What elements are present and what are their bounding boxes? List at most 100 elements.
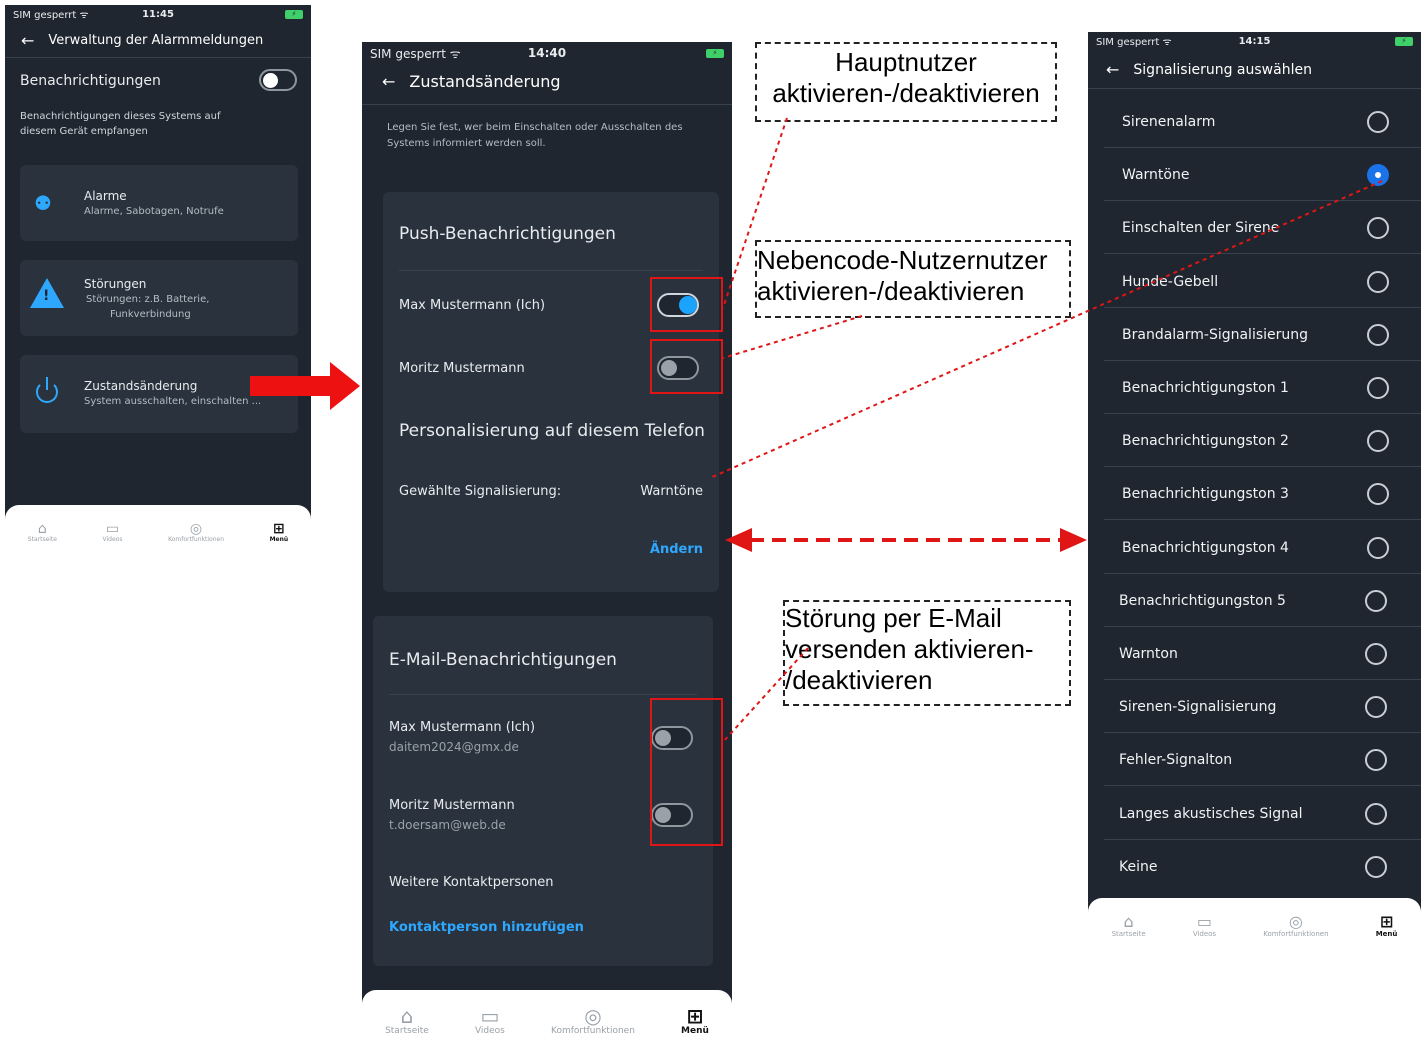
add-contact-link[interactable]: Kontaktperson hinzufügen [389,920,584,935]
page-title: Zustandsänderung [409,72,561,91]
tab-home-label: Startseite [1111,930,1146,938]
alarms-title: Alarme [84,189,127,203]
divider [1104,147,1421,148]
tab-comfort[interactable]: ◎ Komfortfunktionen [168,522,224,543]
status-bar: SIM gesperrt ᯤ 11:45 ⚡ [5,5,311,23]
intro-text: Legen Sie fest, wer beim Einschalten ode… [387,120,683,152]
signal-option-label[interactable]: Benachrichtigungston 5 [1119,593,1286,609]
tab-comfort[interactable]: ◎ Komfortfunktionen [1263,914,1329,939]
signal-option-label[interactable]: Warnton [1119,646,1178,662]
divider [1104,679,1421,680]
home-icon: ⌂ [400,1004,414,1028]
tab-videos[interactable]: ▭ Videos [1193,914,1216,939]
change-link[interactable]: Ändern [650,542,703,557]
signal-option-label[interactable]: Sirenenalarm [1122,114,1215,130]
email-user-2-label: Moritz Mustermann [389,798,515,813]
tab-comfort[interactable]: ◎ Komfortfunktionen [551,1006,635,1036]
tab-videos[interactable]: ▭ Videos [103,522,123,543]
personalization-header: Personalisierung auf diesem Telefon [399,421,705,441]
signal-option-label[interactable]: Benachrichtigungston 2 [1122,433,1289,449]
back-arrow-icon[interactable]: ← [382,72,395,91]
battery-icon: ⚡ [1395,36,1413,46]
signal-option-label[interactable]: Hunde-Gebell [1122,274,1218,290]
radio-button[interactable] [1365,696,1387,719]
callout-email-line2: versenden aktivieren- [785,634,1034,664]
bell-icon: ◎ [189,521,203,537]
page-title: Signalisierung auswählen [1133,61,1312,78]
carrier-label: SIM gesperrt ᯤ [13,10,89,21]
radio-selected[interactable] [1367,164,1389,187]
intro-line1: Legen Sie fest, wer beim Einschalten ode… [387,122,683,133]
radio-button[interactable] [1365,749,1387,772]
signal-option-label[interactable]: Brandalarm-Signalisierung [1122,327,1308,343]
notifications-desc: Benachrichtigungen dieses Systems auf di… [20,109,220,139]
bell-icon: ◎ [584,1004,602,1028]
tab-videos[interactable]: ▭ Videos [475,1006,505,1036]
tab-videos-label: Videos [102,536,123,543]
nav-bar: ← Signalisierung auswählen [1106,60,1312,79]
tab-menu[interactable]: ⊞ Menü [270,522,289,543]
tab-menu[interactable]: ⊞ Menü [1375,914,1398,939]
divider [399,270,703,271]
divider [1104,572,1421,574]
signal-option-label[interactable]: Langes akustisches Signal [1119,806,1303,822]
divider [1104,200,1421,202]
radio-button[interactable] [1367,111,1389,133]
tab-menu-label: Menü [681,1026,709,1036]
tab-home[interactable]: ⌂ Startseite [28,522,57,543]
signal-option-label[interactable]: Benachrichtigungston 1 [1122,380,1289,396]
alarms-card[interactable]: ⚉ Alarme Alarme, Sabotagen, Notrufe [20,165,298,241]
radio-button[interactable] [1367,430,1389,453]
notifications-toggle[interactable] [259,69,297,91]
disturbances-subtitle-2: Funkverbindung [110,309,191,320]
notifications-label: Benachrichtigungen [20,73,161,89]
push-user-2-label: Moritz Mustermann [399,361,525,376]
push-user-1-label: Max Mustermann (Ich) [399,298,546,313]
radio-button[interactable] [1365,643,1387,665]
signal-option-label[interactable]: Einschalten der Sirene [1122,220,1279,236]
callout-email: Störung per E-Mail versenden aktivieren-… [783,600,1071,706]
callout-sub-user-line1: Nebencode-Nutzernutzer [757,245,1048,275]
back-arrow-icon[interactable]: ← [1106,60,1119,79]
back-arrow-icon[interactable]: ← [21,31,34,50]
radio-button[interactable] [1367,483,1389,506]
page-title: Verwaltung der Alarmmeldungen [48,33,264,48]
video-icon: ▭ [480,1004,500,1028]
status-bar: SIM gesperrt ᯤ 14:40 ⚡ [362,42,732,64]
callout-main-user-line2: aktivieren-/deaktivieren [772,78,1040,108]
radio-button[interactable] [1365,855,1387,878]
tab-home[interactable]: ⌂ Startseite [385,1006,429,1036]
more-contacts-label: Weitere Kontaktpersonen [389,875,554,890]
signal-option-label[interactable]: Sirenen-Signalisierung [1119,699,1276,715]
divider [1104,413,1421,414]
signal-option-label[interactable]: Benachrichtigungston 3 [1122,486,1289,502]
tab-home-label: Startseite [27,536,57,543]
signal-label: Gewählte Signalisierung: [399,484,562,499]
radio-button[interactable] [1365,589,1387,612]
signal-option-label[interactable]: Fehler-Signalton [1119,752,1232,768]
tab-home-label: Startseite [385,1026,429,1036]
disturbances-card[interactable]: ! Störungen Störungen: z.B. Batterie, Fu… [20,260,298,336]
signal-option-label[interactable]: Keine [1119,859,1157,875]
divider [1104,253,1421,255]
tab-bar: ⌂ Startseite ▭ Videos ◎ Komfortfunktionen ⊞… [362,990,732,1040]
tab-comfort-label: Komfortfunktionen [1263,930,1329,938]
signal-option-label[interactable]: Warntöne [1122,167,1189,183]
radio-button[interactable] [1367,377,1389,399]
tab-home[interactable]: ⌂ Startseite [1111,914,1146,939]
highlight-push-user-1 [650,277,723,332]
tab-bar: ⌂ Startseite ▭ Videos ◎ Komfortfunktionen ⊞… [1088,898,1421,940]
callout-sub-user: Nebencode-Nutzernutzer aktivieren-/deakt… [755,240,1071,318]
radio-button[interactable] [1367,270,1389,293]
tab-menu[interactable]: ⊞ Menü [681,1006,709,1036]
tab-menu-label: Menü [1375,930,1398,938]
signal-option-label[interactable]: Benachrichtigungston 4 [1122,540,1289,556]
running-person-icon: ⚉ [34,191,52,215]
radio-button[interactable] [1365,802,1387,825]
clock: 11:45 [142,8,174,20]
toggle-knob [263,73,278,88]
radio-button[interactable] [1367,536,1389,559]
grid-icon: ⊞ [273,521,285,537]
radio-button[interactable] [1367,217,1389,240]
radio-button[interactable] [1367,323,1389,346]
